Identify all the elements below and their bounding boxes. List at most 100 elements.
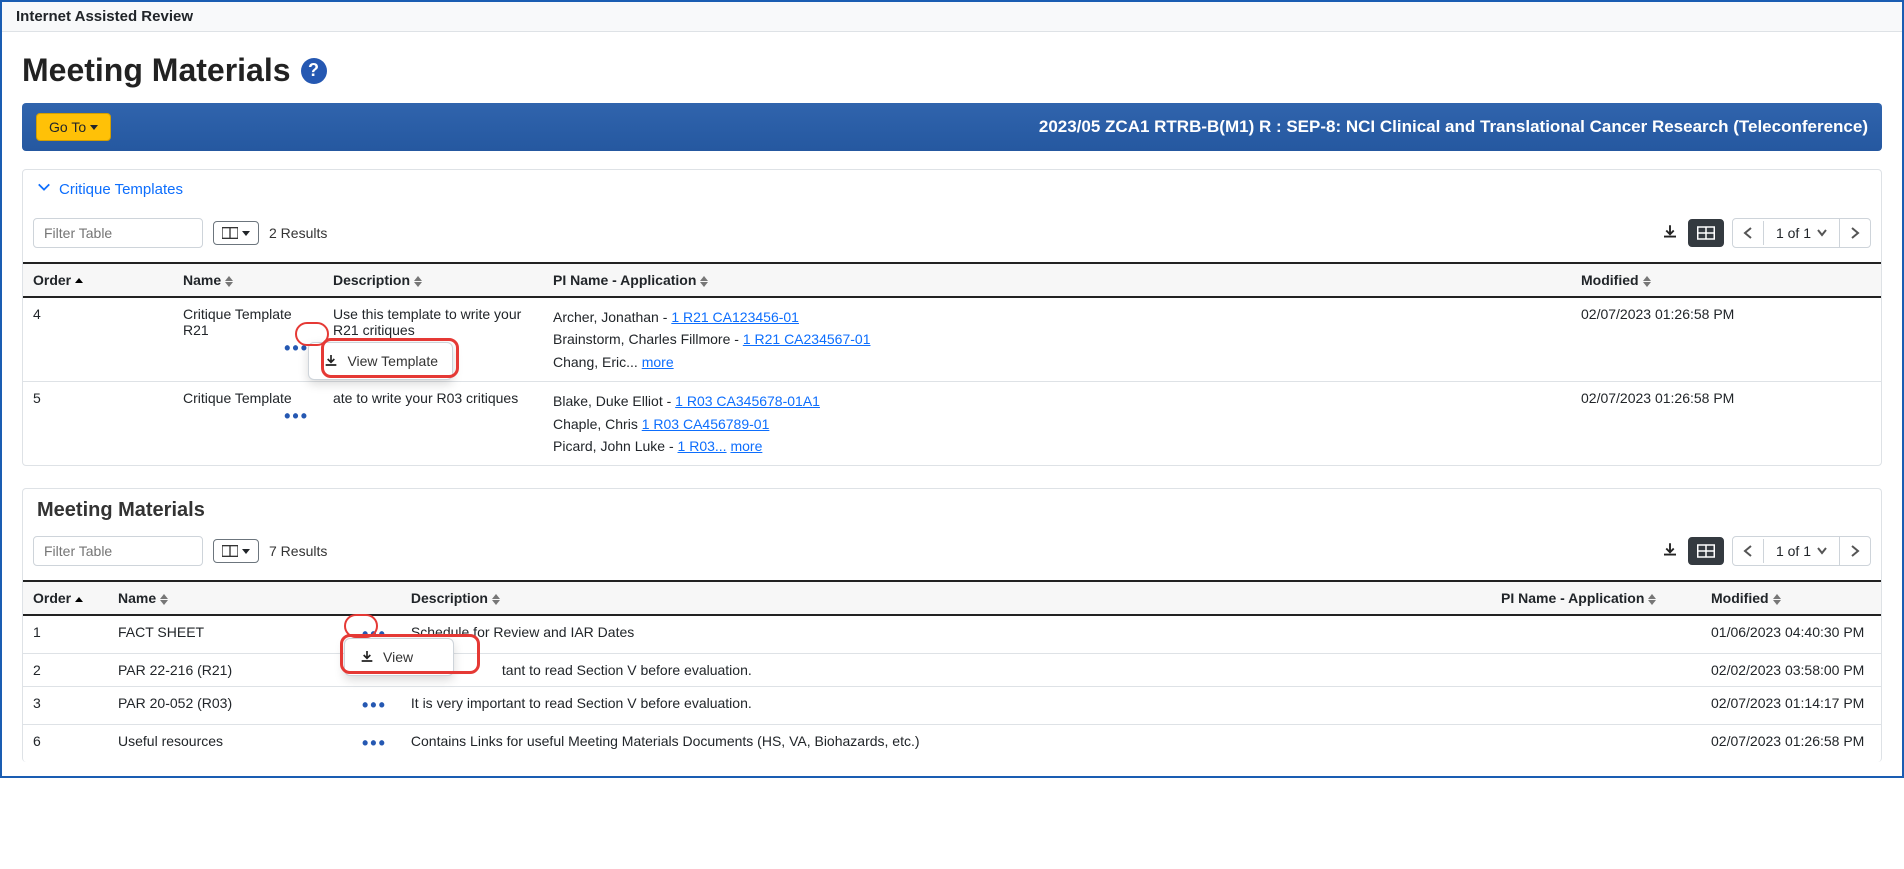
cell-order: 4 (23, 297, 173, 382)
cell-modified: 02/07/2023 01:14:17 PM (1701, 687, 1881, 725)
cell-modified: 02/07/2023 01:26:58 PM (1701, 725, 1881, 763)
cell-name: PAR 22-216 (R21) (108, 654, 348, 687)
row-actions-button[interactable]: ••• (358, 695, 391, 716)
table-row: 1 FACT SHEET ••• View Schedule for Revie… (23, 615, 1881, 654)
materials-toolbar: 7 Results 1 of 1 (23, 526, 1881, 580)
cell-modified: 01/06/2023 04:40:30 PM (1701, 615, 1881, 654)
cell-order: 6 (23, 725, 108, 763)
view-template-popup[interactable]: View Template (308, 342, 453, 380)
cell-pi: Blake, Duke Elliot - 1 R03 CA345678-01A1… (543, 382, 1571, 466)
cell-description: Schedule for Review and IAR Dates (401, 615, 1491, 654)
critique-templates-toggle[interactable]: Critique Templates (23, 170, 1881, 208)
cell-modified: 02/07/2023 01:26:58 PM (1571, 382, 1881, 466)
grid-icon (1697, 225, 1715, 241)
chevron-right-icon (1850, 227, 1860, 239)
chevron-left-icon (1743, 227, 1753, 239)
col-description[interactable]: Description (323, 263, 543, 297)
meeting-header: Go To 2023/05 ZCA1 RTRB-B(M1) R : SEP-8:… (22, 103, 1882, 151)
col-order[interactable]: Order (23, 581, 108, 615)
pager-next-button[interactable] (1840, 539, 1870, 563)
cell-pi (1491, 615, 1701, 654)
column-toggle-button[interactable] (213, 221, 259, 245)
cell-modified: 02/07/2023 01:26:58 PM (1571, 297, 1881, 382)
cell-name: Critique Template ••• (173, 382, 323, 466)
critique-templates-title: Critique Templates (59, 181, 183, 198)
critique-toolbar: 2 Results 1 of 1 (23, 208, 1881, 262)
critique-pager: 1 of 1 (1732, 218, 1871, 248)
col-name[interactable]: Name (108, 581, 401, 615)
caret-down-icon (1817, 547, 1827, 555)
cell-name: FACT SHEET (108, 615, 348, 654)
table-row: 4 Critique Template R21 ••• View Templat… (23, 297, 1881, 382)
more-link[interactable]: more (730, 438, 762, 454)
materials-results-count: 7 Results (269, 543, 327, 559)
chevron-right-icon (1850, 545, 1860, 557)
col-pi[interactable]: PI Name - Application (543, 263, 1571, 297)
column-toggle-button[interactable] (213, 539, 259, 563)
pager-label[interactable]: 1 of 1 (1764, 537, 1840, 565)
help-icon[interactable]: ? (301, 58, 327, 84)
page-heading: Meeting Materials (22, 52, 291, 89)
cell-order: 1 (23, 615, 108, 654)
critique-templates-panel: Critique Templates 2 Results (22, 169, 1882, 466)
app-bar: Internet Assisted Review (2, 2, 1902, 32)
critique-filter-input[interactable] (33, 218, 203, 248)
col-modified[interactable]: Modified (1701, 581, 1881, 615)
materials-pager: 1 of 1 (1732, 536, 1871, 566)
grid-view-button[interactable] (1688, 219, 1724, 247)
more-link[interactable]: more (642, 354, 674, 370)
download-icon (359, 649, 375, 665)
materials-filter-input[interactable] (33, 536, 203, 566)
page-title: Meeting Materials ? (22, 52, 1882, 89)
critique-results-count: 2 Results (269, 225, 327, 241)
pager-label[interactable]: 1 of 1 (1764, 219, 1840, 247)
chevron-left-icon (1743, 545, 1753, 557)
caret-down-icon (1817, 229, 1827, 237)
meeting-title: 2023/05 ZCA1 RTRB-B(M1) R : SEP-8: NCI C… (1039, 117, 1868, 137)
table-row: 2 PAR 22-216 (R21) It is very important … (23, 654, 1881, 687)
grid-icon (1697, 543, 1715, 559)
meeting-materials-title: Meeting Materials (23, 489, 1881, 526)
cell-pi: Archer, Jonathan - 1 R21 CA123456-01 Bra… (543, 297, 1571, 382)
application-link[interactable]: 1 R03... (678, 438, 727, 454)
cell-modified: 02/02/2023 03:58:00 PM (1701, 654, 1881, 687)
col-pi[interactable]: PI Name - Application (1491, 581, 1701, 615)
caret-down-icon (242, 231, 250, 236)
caret-down-icon (242, 549, 250, 554)
cell-description: It is very important to read Section V b… (401, 654, 1491, 687)
application-link[interactable]: 1 R03 CA345678-01A1 (675, 393, 820, 409)
col-description[interactable]: Description (401, 581, 1491, 615)
download-icon[interactable] (1660, 541, 1680, 562)
col-name[interactable]: Name (173, 263, 323, 297)
cell-description: It is very important to read Section V b… (401, 687, 1491, 725)
view-popup[interactable]: View (344, 638, 454, 676)
goto-dropdown[interactable]: Go To (36, 113, 111, 141)
cell-name: PAR 20-052 (R03) (108, 687, 348, 725)
application-link[interactable]: 1 R21 CA234567-01 (743, 331, 871, 347)
pager-next-button[interactable] (1840, 221, 1870, 245)
pager-prev-button[interactable] (1733, 221, 1764, 245)
cell-name: Critique Template R21 ••• View Template (173, 297, 323, 382)
application-link[interactable]: 1 R03 CA456789-01 (642, 416, 770, 432)
materials-table: Order Name Description PI Name - Applica… (23, 580, 1881, 762)
columns-icon (222, 545, 238, 557)
download-icon[interactable] (1660, 223, 1680, 244)
row-actions-button[interactable]: ••• (280, 406, 313, 427)
table-row: 3 PAR 20-052 (R03) ••• It is very import… (23, 687, 1881, 725)
app-title: Internet Assisted Review (16, 8, 193, 25)
cell-name: Useful resources (108, 725, 348, 763)
pager-prev-button[interactable] (1733, 539, 1764, 563)
col-modified[interactable]: Modified (1571, 263, 1881, 297)
col-order[interactable]: Order (23, 263, 173, 297)
cell-description: Contains Links for useful Meeting Materi… (401, 725, 1491, 763)
meeting-materials-panel: Meeting Materials 7 Results (22, 488, 1882, 762)
cell-order: 3 (23, 687, 108, 725)
table-row: 5 Critique Template ••• ate to write you… (23, 382, 1881, 466)
cell-order: 5 (23, 382, 173, 466)
row-actions-button[interactable]: ••• (358, 733, 391, 754)
table-row: 6 Useful resources ••• Contains Links fo… (23, 725, 1881, 763)
application-link[interactable]: 1 R21 CA123456-01 (671, 309, 799, 325)
columns-icon (222, 227, 238, 239)
cell-order: 2 (23, 654, 108, 687)
grid-view-button[interactable] (1688, 537, 1724, 565)
